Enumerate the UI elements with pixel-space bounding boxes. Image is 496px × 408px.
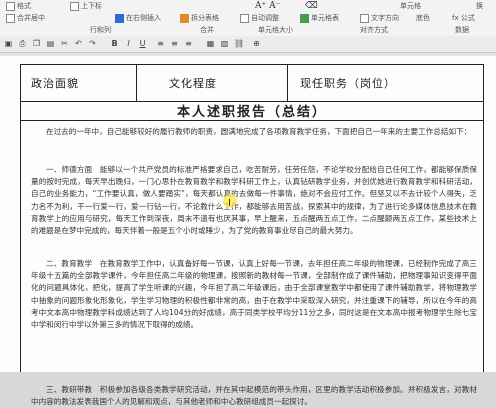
format-painter-icon[interactable]: 格式 — [6, 0, 31, 12]
underline-icon[interactable]: U — [138, 39, 147, 48]
merge-center-icon[interactable]: 合并居中 — [6, 12, 45, 24]
ribbon-toolbar: 格式 上下标 A⁺ A⁻ ⌫ 单元格 换 合并居中 在右侧插入 拆分表格 自动调… — [0, 0, 496, 37]
paste-icon[interactable]: ▤ — [46, 39, 55, 48]
paragraph-teaching: 二、教育教学 在教育教学工作中，认真备好每一节课，认真上好每一节课，去年担任高二… — [31, 259, 477, 330]
align-left-icon[interactable]: ≡ — [156, 39, 165, 48]
redo-icon[interactable]: ↷ — [88, 39, 97, 48]
bold-icon[interactable]: B — [110, 39, 119, 48]
italic-icon[interactable]: I — [124, 39, 133, 48]
title-row[interactable]: 本人述职报告（总结） — [20, 100, 484, 121]
align-center-icon[interactable]: ≡ — [170, 39, 179, 48]
image-icon[interactable]: ▨ — [220, 39, 229, 48]
document-page[interactable]: 政治面貌 文化程度 现任职务（岗位） 本人述职报告（总结） 在过去的一年中，自己… — [0, 56, 496, 406]
text-direction-button[interactable]: 文字方向 — [360, 12, 399, 24]
political-status-label: 政治面貌 — [31, 77, 79, 90]
group-rows-cols: 行和列 — [90, 26, 111, 34]
insert-right-button[interactable]: 在右侧插入 — [115, 12, 161, 24]
undo-icon[interactable]: ↶ — [74, 39, 83, 48]
cell-table-button[interactable]: 单元格表 — [300, 12, 339, 24]
save-icon[interactable]: ▣ — [4, 39, 13, 48]
zoom-icon[interactable]: ⊕ — [252, 39, 261, 48]
paragraph-intro: 在过去的一年中，自己能够较好的履行教师的职责，圆满地完成了各项教育教学任务，下面… — [46, 127, 472, 136]
cut-icon[interactable]: ✂ — [60, 39, 69, 48]
paragraph-research: 三、教研带教 积极参加各级各类教学研究活动，并在其中起模范的带头作用，区里的教学… — [31, 385, 477, 407]
education-label: 文化程度 — [169, 77, 217, 90]
education-cell[interactable]: 文化程度 — [137, 65, 288, 101]
autofit-button[interactable]: 自动调整 — [240, 12, 279, 24]
shading-label: 底色 — [416, 14, 430, 22]
align-right-icon[interactable]: ≡ — [184, 39, 193, 48]
superscript-icon[interactable]: 上下标 — [70, 0, 102, 12]
group-merge: 合并 — [200, 26, 214, 34]
group-alignment: 对齐方式 — [360, 26, 388, 34]
cell-shading-label: 单元格 — [400, 2, 421, 10]
link-icon[interactable]: ⛓ — [234, 39, 244, 48]
quick-access-toolbar: ▣ ⎙ ❐ ▤ ✂ ↶ ↷ B I U ≡ ≡ ≡ ▦ ▨ ⛓ ⊕ — [0, 36, 496, 53]
report-title: 本人述职报告（总结） — [176, 105, 327, 120]
formula-button[interactable]: fx 公式 — [452, 12, 475, 24]
wrap-label: 换 — [476, 2, 483, 10]
group-cell-size: 单元格大小 — [258, 26, 293, 34]
split-table-button[interactable]: 拆分表格 — [180, 12, 219, 24]
table-icon[interactable]: ▦ — [206, 39, 215, 48]
print-icon[interactable]: ⎙ — [18, 39, 27, 48]
political-status-cell[interactable]: 政治面貌 — [21, 65, 137, 101]
font-size-increase-icon[interactable]: A⁺ A⁻ — [255, 0, 280, 12]
position-cell[interactable]: 现任职务（岗位） — [288, 65, 483, 101]
report-body-cell[interactable]: 在过去的一年中，自己能够较好的履行教师的职责，圆满地完成了各项教育教学任务，下面… — [20, 120, 484, 406]
group-data: 数据 — [455, 26, 469, 34]
copy-icon[interactable]: ❐ — [32, 39, 41, 48]
eraser-icon[interactable]: ⌫ — [305, 0, 318, 12]
text-cursor-icon: I — [228, 198, 231, 209]
header-table: 政治面貌 文化程度 现任职务（岗位） — [20, 64, 484, 102]
paragraph-ethics: 一、师德方面 能够以一个共产党员的标准严格要求自己，吃苦耐劳，任劳任怨，不论学校… — [31, 165, 477, 236]
position-label: 现任职务（岗位） — [300, 77, 396, 90]
